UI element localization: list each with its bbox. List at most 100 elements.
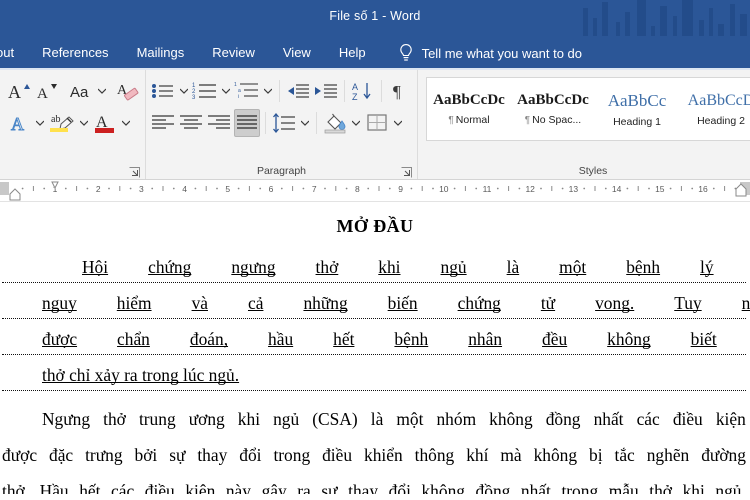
- borders-button[interactable]: [364, 109, 390, 137]
- line-spacing-caret-icon[interactable]: [299, 110, 311, 136]
- text-highlight-color-button[interactable]: ab: [48, 109, 76, 137]
- align-center-icon: [180, 115, 202, 129]
- styles-group-label: Styles: [578, 165, 608, 177]
- align-center-button[interactable]: [178, 109, 204, 137]
- tell-me-label: Tell me what you want to do: [421, 45, 582, 61]
- sort-icon: A Z: [352, 82, 371, 102]
- ribbon-group-font: A A Aa A A ab A: [0, 70, 145, 179]
- justify-icon: [237, 115, 257, 129]
- borders-icon: [367, 114, 387, 131]
- tab-help[interactable]: Help: [325, 36, 380, 70]
- document-canvas[interactable]: MỞ ĐẦU Hội chứng ngưng thở khi ngủ là một bệnh lý…: [0, 202, 750, 494]
- svg-text:4: 4: [182, 184, 187, 194]
- align-left-button[interactable]: [150, 109, 176, 137]
- tab-view[interactable]: View: [269, 36, 325, 70]
- font-color-icon: A: [95, 114, 114, 133]
- show-formatting-marks-button[interactable]: ¶: [387, 77, 413, 105]
- clear-formatting-icon: A: [117, 83, 139, 101]
- shrink-font-button[interactable]: A: [34, 77, 60, 105]
- svg-text:1: 1: [234, 82, 237, 88]
- pilcrow-icon: ¶: [393, 82, 401, 101]
- paragraph-1-line-2: nguyhiểmvàcảnhữngbiếnchứngtửvong.Tuynhiê…: [2, 285, 750, 321]
- svg-text:7: 7: [312, 184, 317, 194]
- multilevel-list-icon: 1ai: [234, 82, 258, 100]
- highlight-caret-icon[interactable]: [78, 110, 90, 136]
- text-effects-button[interactable]: A: [6, 109, 32, 137]
- svg-text:15: 15: [655, 184, 665, 194]
- tab-mailings[interactable]: Mailings: [123, 36, 199, 70]
- grow-font-icon: A: [8, 82, 30, 102]
- font-color-button[interactable]: A: [92, 109, 118, 137]
- align-right-button[interactable]: [206, 109, 232, 137]
- svg-text:11: 11: [483, 184, 492, 194]
- svg-text:A: A: [352, 82, 358, 92]
- svg-text:13: 13: [569, 184, 579, 194]
- paragraph-2-line-1: Ngưng thở trung ương khi ngủ (CSA) là một nhóm khô…: [42, 409, 746, 429]
- svg-text:3: 3: [192, 95, 196, 101]
- style-name-heading-1: Heading 1: [613, 115, 661, 128]
- numbering-button[interactable]: 123: [192, 77, 218, 105]
- decrease-indent-button[interactable]: [285, 77, 311, 105]
- highlighter-icon: ab: [50, 114, 74, 132]
- numbering-caret-icon[interactable]: [220, 78, 232, 104]
- bullets-caret-icon[interactable]: [178, 78, 190, 104]
- svg-text:A: A: [11, 114, 24, 134]
- style-heading-1[interactable]: AaBbCc Heading 1: [595, 78, 679, 140]
- ribbon: A A Aa A A ab A 1 2 3 1 a i A Z ¶ Paragr…: [0, 70, 750, 180]
- bullets-button[interactable]: [150, 77, 176, 105]
- tab-review[interactable]: Review: [198, 36, 269, 70]
- pilcrow-mini-icon-2: ¶: [524, 114, 531, 126]
- shading-button[interactable]: [322, 109, 348, 137]
- increase-indent-icon: [315, 84, 337, 98]
- pilcrow-mini-icon: ¶: [448, 114, 454, 126]
- tab-references[interactable]: References: [28, 36, 122, 70]
- paragraph-group-row-1: 123 1ai A Z ¶: [150, 75, 413, 107]
- title-bar: File số 1 - Word: [0, 0, 750, 36]
- font-dialog-launcher[interactable]: [129, 165, 140, 178]
- svg-text:A: A: [37, 86, 48, 102]
- multilevel-caret-icon[interactable]: [262, 78, 274, 104]
- paragraph-2-line-3: thở. Hầu hết các điều kiện này gây ra sự thay đổi kh…: [2, 481, 746, 494]
- ruler-graphic: 12345678910111213141516: [0, 181, 750, 201]
- styles-gallery[interactable]: AaBbCcDc ¶ Normal AaBbCcDc ¶ No Spac... …: [426, 77, 750, 141]
- tell-me-box[interactable]: Tell me what you want to do: [398, 43, 582, 63]
- increase-indent-button[interactable]: [313, 77, 339, 105]
- horizontal-ruler[interactable]: 12345678910111213141516: [0, 180, 750, 202]
- paragraph-dialog-launcher[interactable]: [401, 165, 412, 178]
- svg-text:10: 10: [439, 184, 449, 194]
- svg-text:3: 3: [139, 184, 144, 194]
- paragraph-divider-2: [344, 80, 345, 102]
- justify-button[interactable]: [234, 109, 260, 137]
- grow-font-button[interactable]: A: [6, 77, 32, 105]
- font-color-caret-icon[interactable]: [120, 110, 132, 136]
- svg-text:A: A: [8, 82, 21, 102]
- shading-caret-icon[interactable]: [350, 110, 362, 136]
- svg-text:¶: ¶: [393, 82, 401, 101]
- bullets-icon: [152, 84, 173, 98]
- style-heading-2[interactable]: AaBbCcD Heading 2: [679, 78, 750, 140]
- borders-caret-icon[interactable]: [392, 110, 404, 136]
- document-paragraph-1[interactable]: Hộichứngngưngthởkhingủlàmộtbệnhlýthườngg…: [0, 249, 750, 393]
- svg-text:i: i: [238, 94, 239, 100]
- ribbon-group-styles: AaBbCcDc ¶ Normal AaBbCcDc ¶ No Spac... …: [417, 70, 750, 179]
- tab-layout[interactable]: out: [0, 36, 28, 70]
- change-case-icon: Aa: [70, 84, 89, 101]
- multilevel-list-button[interactable]: 1ai: [234, 77, 260, 105]
- change-case-button[interactable]: Aa: [70, 77, 96, 105]
- style-preview-normal: AaBbCcDc: [433, 92, 505, 108]
- style-normal[interactable]: AaBbCcDc ¶ Normal: [427, 78, 511, 140]
- clear-formatting-button[interactable]: A: [116, 77, 142, 105]
- line-spacing-icon: [273, 113, 295, 133]
- svg-text:16: 16: [698, 184, 708, 194]
- style-name-normal: ¶ Normal: [448, 114, 490, 126]
- line-spacing-button[interactable]: [271, 109, 297, 137]
- document-paragraph-2[interactable]: Ngưng thở trung ương khi ngủ (CSA) là một nhóm khô…: [0, 401, 748, 494]
- text-effects-caret-icon[interactable]: [34, 110, 46, 136]
- align-right-icon: [208, 115, 230, 129]
- svg-text:14: 14: [612, 184, 622, 194]
- change-case-caret-icon[interactable]: [98, 78, 106, 104]
- style-no-spacing[interactable]: AaBbCcDc ¶ No Spac...: [511, 78, 595, 140]
- sort-button[interactable]: A Z: [350, 77, 376, 105]
- svg-text:9: 9: [398, 184, 403, 194]
- paragraph-1-line-3: đượcchẩnđoán,hầuhếtbệnhnhânđềukhôngbiếtm…: [2, 321, 746, 357]
